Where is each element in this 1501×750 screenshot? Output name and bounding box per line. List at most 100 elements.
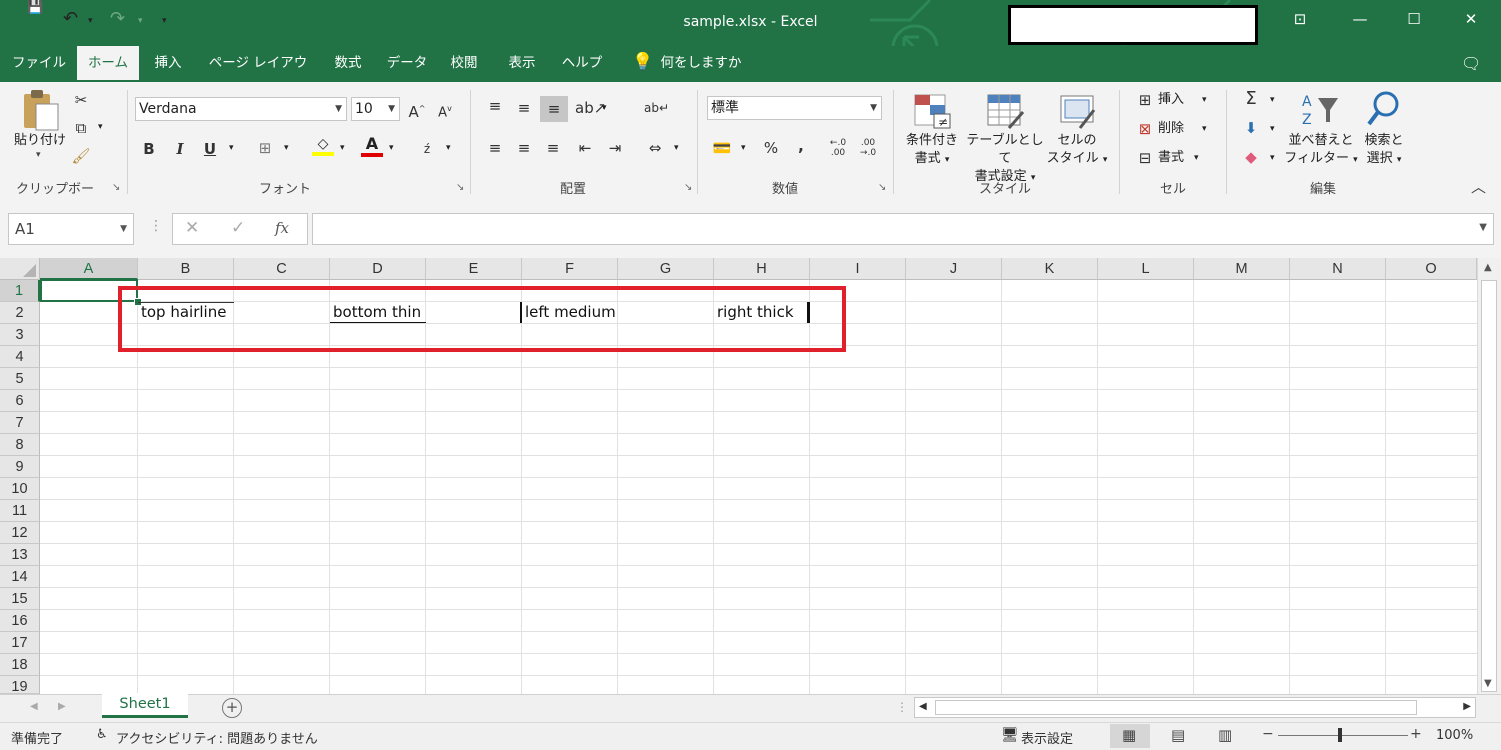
autosum-dropdown-icon[interactable]: ▾ xyxy=(1270,95,1275,105)
number-format-select[interactable]: 標準 ▼ xyxy=(707,96,882,120)
orientation-icon[interactable]: ab↗ xyxy=(575,98,606,118)
row-header-16[interactable]: 16 xyxy=(0,610,40,632)
column-header-j[interactable]: J xyxy=(906,258,1002,280)
tab-review[interactable]: 校閲 xyxy=(441,46,487,82)
column-header-n[interactable]: N xyxy=(1290,258,1386,280)
row-header-7[interactable]: 7 xyxy=(0,412,40,434)
vertical-scrollbar[interactable]: ▲ ▼ xyxy=(1477,258,1501,694)
column-header-e[interactable]: E xyxy=(426,258,522,280)
zoom-slider-track[interactable] xyxy=(1278,735,1408,736)
autosum-icon[interactable]: Σ xyxy=(1240,89,1262,109)
number-launcher-icon[interactable]: ↘ xyxy=(878,182,886,193)
align-center-icon[interactable]: ≡ xyxy=(513,138,535,158)
format-cells-icon[interactable]: ⊟ xyxy=(1134,148,1156,168)
sort-filter-icon[interactable]: A Z xyxy=(1300,92,1340,128)
tab-home[interactable]: ホーム xyxy=(77,46,139,82)
alignment-launcher-icon[interactable]: ↘ xyxy=(684,182,692,193)
accessibility-icon[interactable]: ♿ xyxy=(96,727,108,742)
underline-button[interactable]: U xyxy=(199,139,221,159)
paste-dropdown-icon[interactable]: ▾ xyxy=(36,150,41,160)
merge-center-icon[interactable]: ⇔ xyxy=(644,138,666,158)
merge-dropdown-icon[interactable]: ▾ xyxy=(674,143,679,153)
next-sheet-icon[interactable]: ▶ xyxy=(58,701,66,712)
align-right-icon[interactable]: ≡ xyxy=(542,138,564,158)
row-header-8[interactable]: 8 xyxy=(0,434,40,456)
scroll-up-icon[interactable]: ▲ xyxy=(1484,262,1492,273)
add-sheet-button[interactable]: + xyxy=(222,698,242,718)
column-header-m[interactable]: M xyxy=(1194,258,1290,280)
accounting-dropdown-icon[interactable]: ▾ xyxy=(741,143,746,153)
increase-font-icon[interactable]: A^ xyxy=(406,99,428,122)
clipboard-launcher-icon[interactable]: ↘ xyxy=(112,182,120,193)
chevron-down-icon[interactable]: ▼ xyxy=(120,214,127,244)
paste-icon[interactable] xyxy=(22,90,62,132)
underline-dropdown-icon[interactable]: ▾ xyxy=(229,143,234,153)
column-header-h[interactable]: H xyxy=(714,258,810,280)
decrease-decimal-icon[interactable]: .00 →.0 xyxy=(856,138,880,158)
sheet-tab-sheet1[interactable]: Sheet1 xyxy=(102,693,188,718)
delete-cells-button[interactable]: 削除 xyxy=(1158,120,1184,138)
align-bottom-icon[interactable]: ≡ xyxy=(540,96,568,122)
row-header-10[interactable]: 10 xyxy=(0,478,40,500)
phonetic-dropdown-icon[interactable]: ▾ xyxy=(446,143,451,153)
decrease-font-icon[interactable]: Av xyxy=(434,99,456,123)
row-header-19[interactable]: 19 xyxy=(0,676,40,695)
fill-dropdown-icon[interactable]: ▾ xyxy=(1270,124,1275,134)
font-color-dropdown-icon[interactable]: ▾ xyxy=(389,143,394,153)
column-header-o[interactable]: O xyxy=(1386,258,1477,280)
tell-me-search[interactable]: 何をしますか xyxy=(658,46,744,82)
accounting-icon[interactable]: 💳 xyxy=(710,138,734,158)
insert-dropdown-icon[interactable]: ▾ xyxy=(1202,95,1207,105)
format-as-table-icon[interactable] xyxy=(987,94,1025,130)
column-header-c[interactable]: C xyxy=(234,258,330,280)
italic-button[interactable]: I xyxy=(169,139,191,159)
format-dropdown-icon[interactable]: ▾ xyxy=(1194,153,1199,163)
collapse-ribbon-icon[interactable]: ︿ xyxy=(1471,176,1486,197)
column-header-g[interactable]: G xyxy=(618,258,714,280)
clear-dropdown-icon[interactable]: ▾ xyxy=(1270,153,1275,163)
copy-icon[interactable]: ⧉ xyxy=(70,118,92,138)
delete-cells-icon[interactable]: ⊠ xyxy=(1134,119,1156,139)
page-break-view-icon[interactable]: ▥ xyxy=(1218,726,1232,744)
tab-data[interactable]: データ xyxy=(380,46,434,82)
expand-formula-icon[interactable]: ▼ xyxy=(1479,222,1487,233)
comma-button[interactable]: , xyxy=(790,136,812,156)
row-header-3[interactable]: 3 xyxy=(0,324,40,346)
row-header-2[interactable]: 2 xyxy=(0,302,40,324)
borders-icon[interactable]: ⊞ xyxy=(254,138,276,158)
save-icon[interactable]: 💾 xyxy=(27,0,43,15)
font-size-select[interactable]: 10 ▼ xyxy=(351,97,400,121)
name-box[interactable]: A1 ▼ xyxy=(8,213,134,245)
font-color-icon[interactable]: A xyxy=(361,134,383,160)
row-header-14[interactable]: 14 xyxy=(0,566,40,588)
delete-dropdown-icon[interactable]: ▾ xyxy=(1202,124,1207,134)
close-button[interactable]: ✕ xyxy=(1448,10,1494,28)
row-header-4[interactable]: 4 xyxy=(0,346,40,368)
cancel-icon[interactable]: ✕ xyxy=(185,218,199,238)
display-settings-button[interactable]: 表示設定 xyxy=(1021,728,1073,747)
clear-icon[interactable]: ◆ xyxy=(1240,147,1262,167)
insert-cells-icon[interactable]: ⊞ xyxy=(1134,90,1156,110)
format-painter-icon[interactable]: 🖌 xyxy=(70,146,92,166)
increase-indent-icon[interactable]: ⇥ xyxy=(604,138,626,158)
format-cells-button[interactable]: 書式 xyxy=(1158,149,1184,167)
page-layout-view-icon[interactable]: ▤ xyxy=(1171,726,1185,744)
sort-filter-button[interactable]: 並べ替えと フィルター ▾ xyxy=(1283,132,1359,169)
row-header-12[interactable]: 12 xyxy=(0,522,40,544)
cut-icon[interactable]: ✂ xyxy=(70,90,92,110)
fill-color-dropdown-icon[interactable]: ▾ xyxy=(340,143,345,153)
copy-dropdown-icon[interactable]: ▾ xyxy=(98,122,103,132)
tab-formulas[interactable]: 数式 xyxy=(325,46,371,82)
conditional-formatting-button[interactable]: 条件付き 書式 ▾ xyxy=(900,132,964,169)
row-header-13[interactable]: 13 xyxy=(0,544,40,566)
row-header-5[interactable]: 5 xyxy=(0,368,40,390)
align-middle-icon[interactable]: ≡ xyxy=(513,98,535,118)
zoom-level[interactable]: 100% xyxy=(1436,728,1473,743)
font-name-select[interactable]: Verdana ▼ xyxy=(135,97,347,121)
tab-help[interactable]: ヘルプ xyxy=(554,46,610,82)
align-left-icon[interactable]: ≡ xyxy=(484,138,506,158)
insert-function-icon[interactable]: fx xyxy=(275,219,289,237)
vertical-scroll-thumb[interactable] xyxy=(1481,280,1497,692)
fill-color-icon[interactable]: ◇ xyxy=(312,136,334,160)
fill-icon[interactable]: ⬇ xyxy=(1240,118,1262,138)
